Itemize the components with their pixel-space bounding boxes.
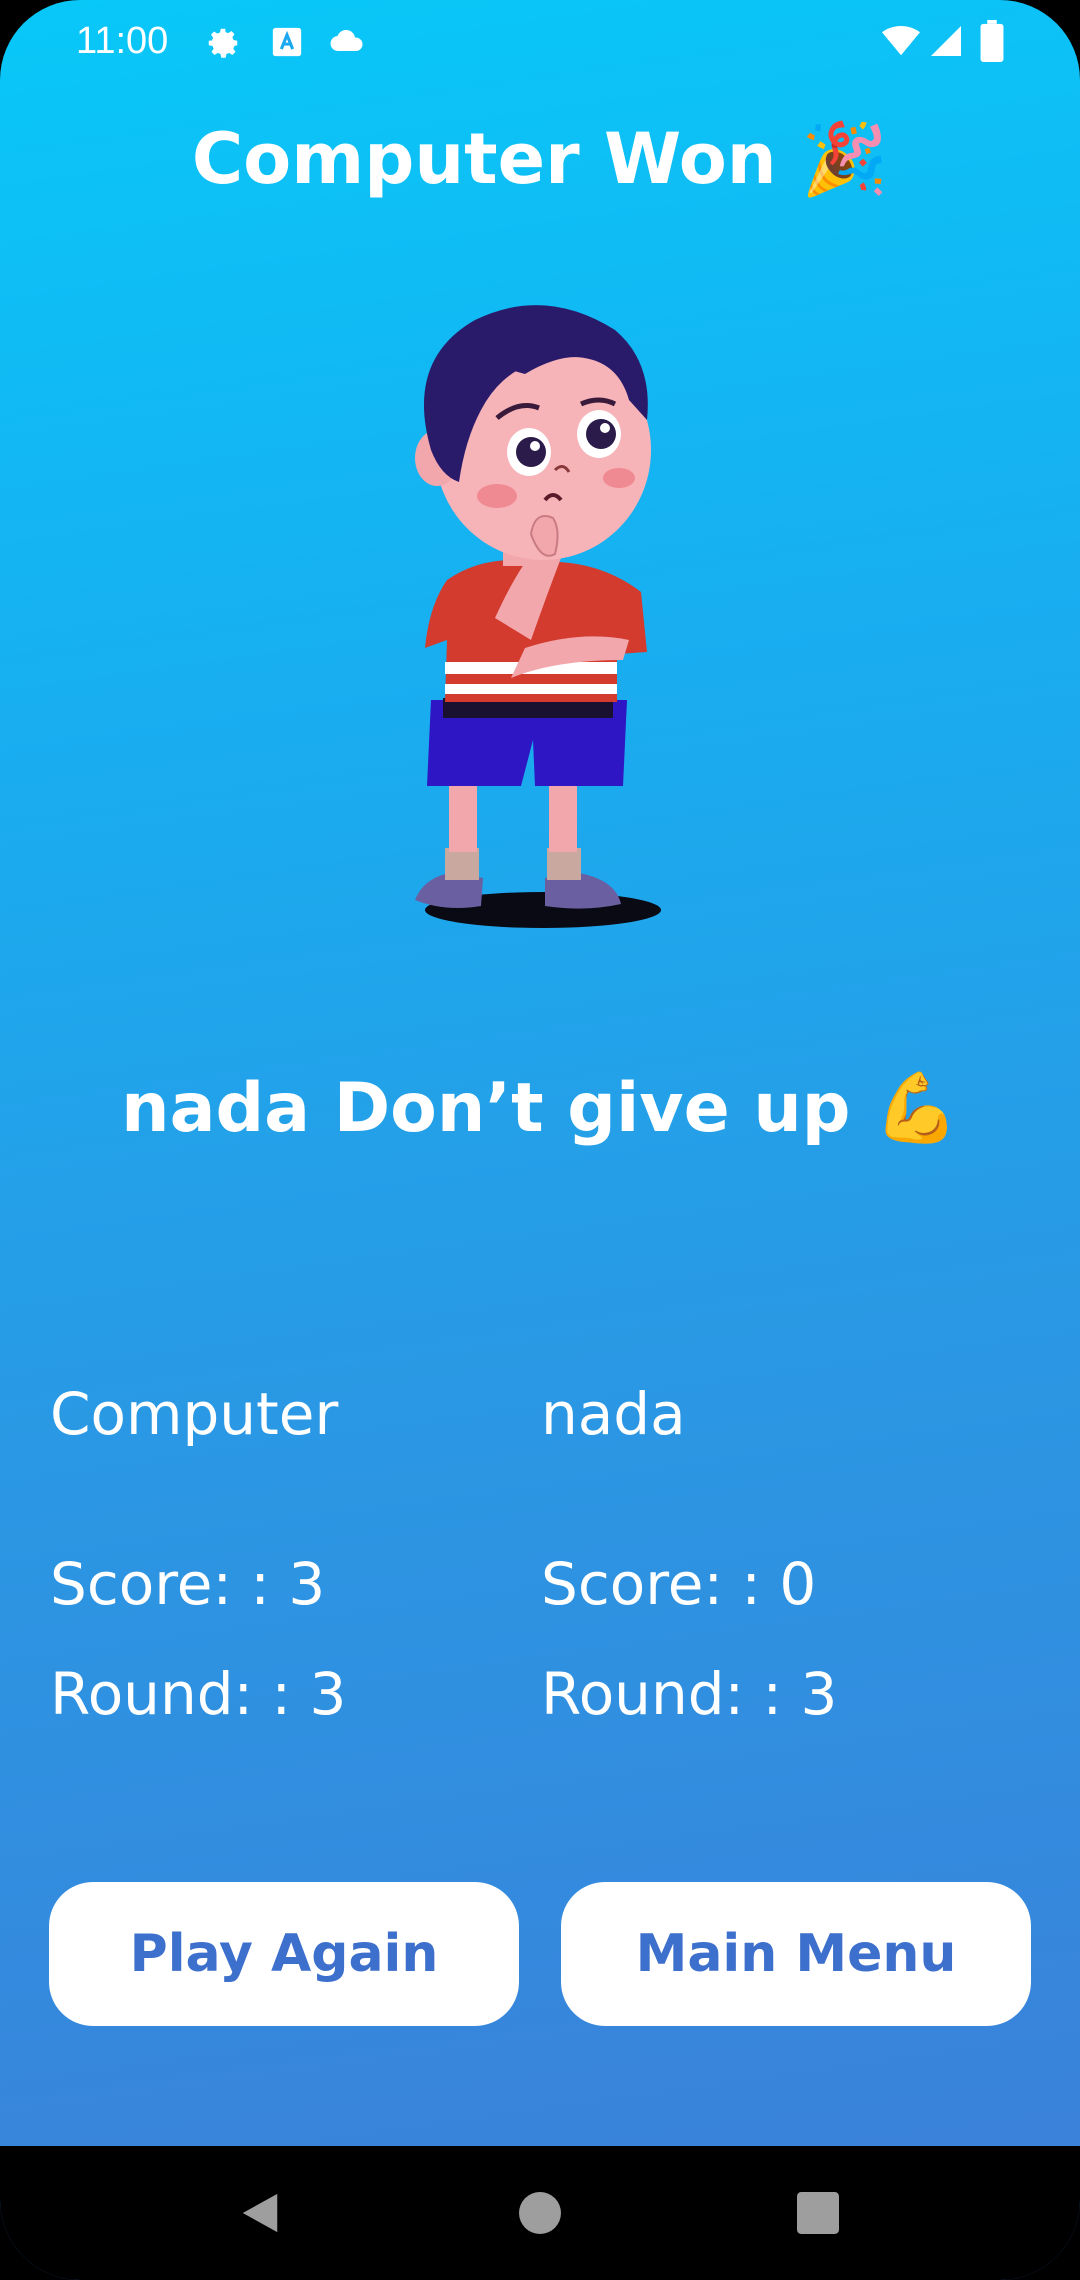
text-a-icon [270, 24, 304, 64]
main-menu-button[interactable]: Main Menu [561, 1882, 1031, 2026]
player-round: Round: : 3 [541, 1660, 838, 1728]
wifi-icon [880, 22, 922, 64]
navigation-bar [0, 2146, 1080, 2280]
computer-score: Score: : 3 [50, 1550, 326, 1618]
result-title-text: Computer Won [191, 118, 777, 200]
play-again-button[interactable]: Play Again [49, 1882, 519, 2026]
back-icon[interactable] [180, 2146, 340, 2280]
thinking-boy-icon [385, 300, 685, 940]
computer-round: Round: : 3 [50, 1660, 347, 1728]
computer-name: Computer [50, 1380, 339, 1448]
player-score: Score: : 0 [541, 1550, 817, 1618]
cloud-icon [326, 24, 366, 64]
flexed-biceps-icon: 💪 [874, 1069, 959, 1148]
result-title: Computer Won 🎉 [0, 118, 1080, 201]
status-bar: 11:00 [0, 0, 1080, 88]
encouragement-text: nada Don’t give up [121, 1069, 851, 1148]
gear-icon [204, 24, 242, 66]
player-name: nada [541, 1380, 686, 1448]
home-icon[interactable] [460, 2146, 620, 2280]
recents-icon[interactable] [738, 2146, 898, 2280]
status-time: 11:00 [76, 20, 169, 62]
cellular-icon [928, 22, 964, 64]
encouragement-message: nada Don’t give up 💪 [0, 1068, 1080, 1148]
battery-icon [980, 20, 1004, 66]
screen: 11:00 Computer Won 🎉 nada Don’t give up … [0, 0, 1080, 2280]
party-popper-icon: 🎉 [801, 118, 889, 200]
